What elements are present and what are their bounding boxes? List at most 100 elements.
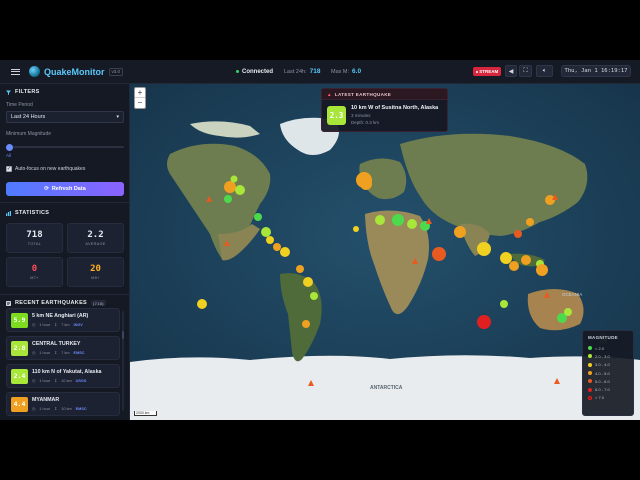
quake-marker[interactable] — [296, 265, 304, 273]
earthquake-place: CENTRAL TURKEY — [32, 341, 81, 347]
earthquake-place: 110 km N of Yakutat, Alaska — [32, 369, 102, 375]
quake-marker[interactable] — [235, 185, 245, 195]
quake-marker[interactable] — [536, 264, 548, 276]
quake-marker[interactable] — [353, 226, 359, 232]
quake-marker[interactable] — [432, 247, 446, 261]
recent-earthquakes-header: RECENT EARTHQUAKES (718) — [6, 300, 106, 306]
earthquake-list-item[interactable]: 2.8 CENTRAL TURKEY ◷ 1 hour ↧ 7 km EMSC — [6, 336, 120, 360]
statistics-title: STATISTICS — [15, 210, 50, 216]
earthquake-time: 1 hour — [39, 378, 51, 383]
legend-label: 6.0 - 7.0 — [595, 387, 610, 393]
clock-icon: ◷ — [32, 323, 36, 327]
depth-icon: ↧ — [54, 351, 58, 355]
quake-marker[interactable] — [254, 213, 262, 221]
bar-chart-icon — [6, 210, 11, 216]
earthquake-time: 1 hour — [39, 350, 51, 355]
max-magnitude-value: 6.0 — [352, 68, 362, 75]
quake-marker[interactable] — [514, 230, 522, 238]
stat-card-m7: 0 M7+ — [6, 257, 63, 287]
quake-marker[interactable] — [303, 277, 313, 287]
earthquake-depth: 10 km — [61, 378, 72, 383]
depth-icon: ↧ — [54, 407, 58, 411]
legend-swatch — [588, 346, 592, 351]
legend-row: 6.0 - 7.0 — [588, 385, 628, 393]
scrollbar-thumb[interactable] — [122, 331, 124, 339]
quake-marker[interactable] — [392, 214, 404, 226]
min-magnitude-value: All — [6, 153, 12, 158]
earthquake-list-item[interactable]: 5.9 5 km NE Anghiari (AR) ◷ 1 hour ↧ 7 km … — [6, 308, 120, 332]
quake-marker[interactable] — [261, 227, 271, 237]
world-map[interactable]: OCEANIA ANTARCTICA + − ▲ LATEST EARTHQUA… — [130, 84, 640, 420]
earthquake-depth: 10 km — [61, 406, 72, 411]
earthquake-list-item[interactable]: 4.4 MYANMAR ◷ 1 hour ↧ 10 km EMSC — [6, 392, 120, 416]
last-24h-stat: Last 24h: 718 — [284, 68, 321, 75]
slider-handle[interactable] — [6, 143, 13, 151]
latest-earthquake-header: ▲ LATEST EARTHQUAKE — [322, 89, 447, 100]
top-bar: QuakeMonitor v3.0 Connected Last 24h: 718… — [0, 60, 640, 84]
time-period-select[interactable]: Last 24 Hours ▾ — [6, 111, 124, 123]
earthquake-source: USGS — [75, 378, 87, 383]
max-magnitude-label: Max M: — [331, 69, 350, 75]
time-period-label: Time Period — [6, 102, 33, 108]
quake-marker[interactable] — [197, 299, 207, 309]
version-badge: v3.0 — [108, 67, 124, 76]
autofocus-checkbox[interactable]: ✓ — [6, 166, 12, 172]
quake-marker[interactable] — [273, 243, 281, 251]
quake-marker[interactable] — [500, 252, 512, 264]
legend-label: 3.0 - 4.0 — [595, 362, 610, 368]
fullscreen-button[interactable]: ⛶ — [519, 65, 532, 77]
stat-card-total: 718 TOTAL — [6, 223, 63, 253]
latest-magnitude-badge: 2.3 — [327, 105, 346, 125]
legend-row: 2.0 - 3.0 — [588, 352, 628, 360]
legend-label: > 7.0 — [595, 395, 605, 401]
quake-marker[interactable] — [477, 242, 491, 256]
magnitude-legend: MAGNITUDE < 2.0 2.0 - 3.0 3.0 - 4.0 4.0 … — [582, 330, 634, 416]
latest-earthquake-card[interactable]: ▲ LATEST EARTHQUAKE 2.3 10 km W of Susit… — [321, 88, 448, 132]
earthquake-time: 1 hour — [39, 406, 51, 411]
quake-marker[interactable] — [302, 320, 310, 328]
quake-marker[interactable] — [521, 255, 531, 265]
quake-marker[interactable] — [526, 218, 534, 226]
quake-marker[interactable] — [224, 195, 232, 203]
menu-icon[interactable] — [11, 68, 20, 75]
quake-marker[interactable] — [356, 172, 372, 188]
quake-marker[interactable] — [500, 300, 508, 308]
legend-row: 4.0 - 5.0 — [588, 369, 628, 377]
quake-marker[interactable] — [564, 308, 572, 316]
last-24h-value: 718 — [309, 68, 321, 75]
filters-title: FILTERS — [15, 89, 40, 95]
quake-marker[interactable] — [509, 261, 519, 271]
min-magnitude-slider[interactable] — [6, 143, 124, 151]
legend-title: MAGNITUDE — [588, 335, 618, 340]
stat-m7-value: 0 — [31, 264, 38, 274]
recent-earthquakes-list: 5.9 5 km NE Anghiari (AR) ◷ 1 hour ↧ 7 km … — [6, 308, 120, 420]
quake-marker[interactable] — [280, 247, 290, 257]
sound-button[interactable]: 🔈︎ — [536, 65, 553, 77]
zoom-in-button[interactable]: + — [135, 88, 145, 98]
earthquake-list-item[interactable]: 2.4 110 km N of Yakutat, Alaska ◷ 1 hour … — [6, 364, 120, 388]
globe-logo-icon — [29, 66, 40, 77]
quake-marker[interactable] — [454, 226, 466, 238]
stream-button[interactable]: STREAM — [473, 67, 501, 76]
stream-button-label: STREAM — [479, 69, 499, 74]
legend-swatch — [588, 354, 592, 359]
live-dot-icon — [475, 70, 478, 73]
zoom-out-button[interactable]: − — [135, 98, 145, 108]
quake-marker[interactable] — [266, 236, 274, 244]
refresh-data-button[interactable]: ⟳ Refresh Data — [6, 182, 124, 196]
quake-marker[interactable] — [230, 175, 238, 183]
earthquake-depth: 7 km — [61, 322, 70, 327]
quake-marker[interactable] — [407, 219, 417, 229]
quake-marker[interactable] — [477, 315, 491, 329]
quake-marker[interactable] — [224, 181, 236, 193]
collapse-button[interactable]: ◀ — [505, 65, 517, 77]
map-label-antarctica: ANTARCTICA — [370, 385, 403, 391]
recent-count-badge: (718) — [91, 300, 106, 306]
zoom-control: + − — [134, 87, 146, 109]
status-dot-icon — [236, 70, 239, 73]
quake-marker[interactable] — [310, 292, 318, 300]
list-scrollbar[interactable] — [122, 311, 124, 411]
stat-card-m5: 20 M5+ — [67, 257, 124, 287]
quake-marker[interactable] — [375, 215, 385, 225]
map-scale: 2000 km — [134, 411, 157, 416]
